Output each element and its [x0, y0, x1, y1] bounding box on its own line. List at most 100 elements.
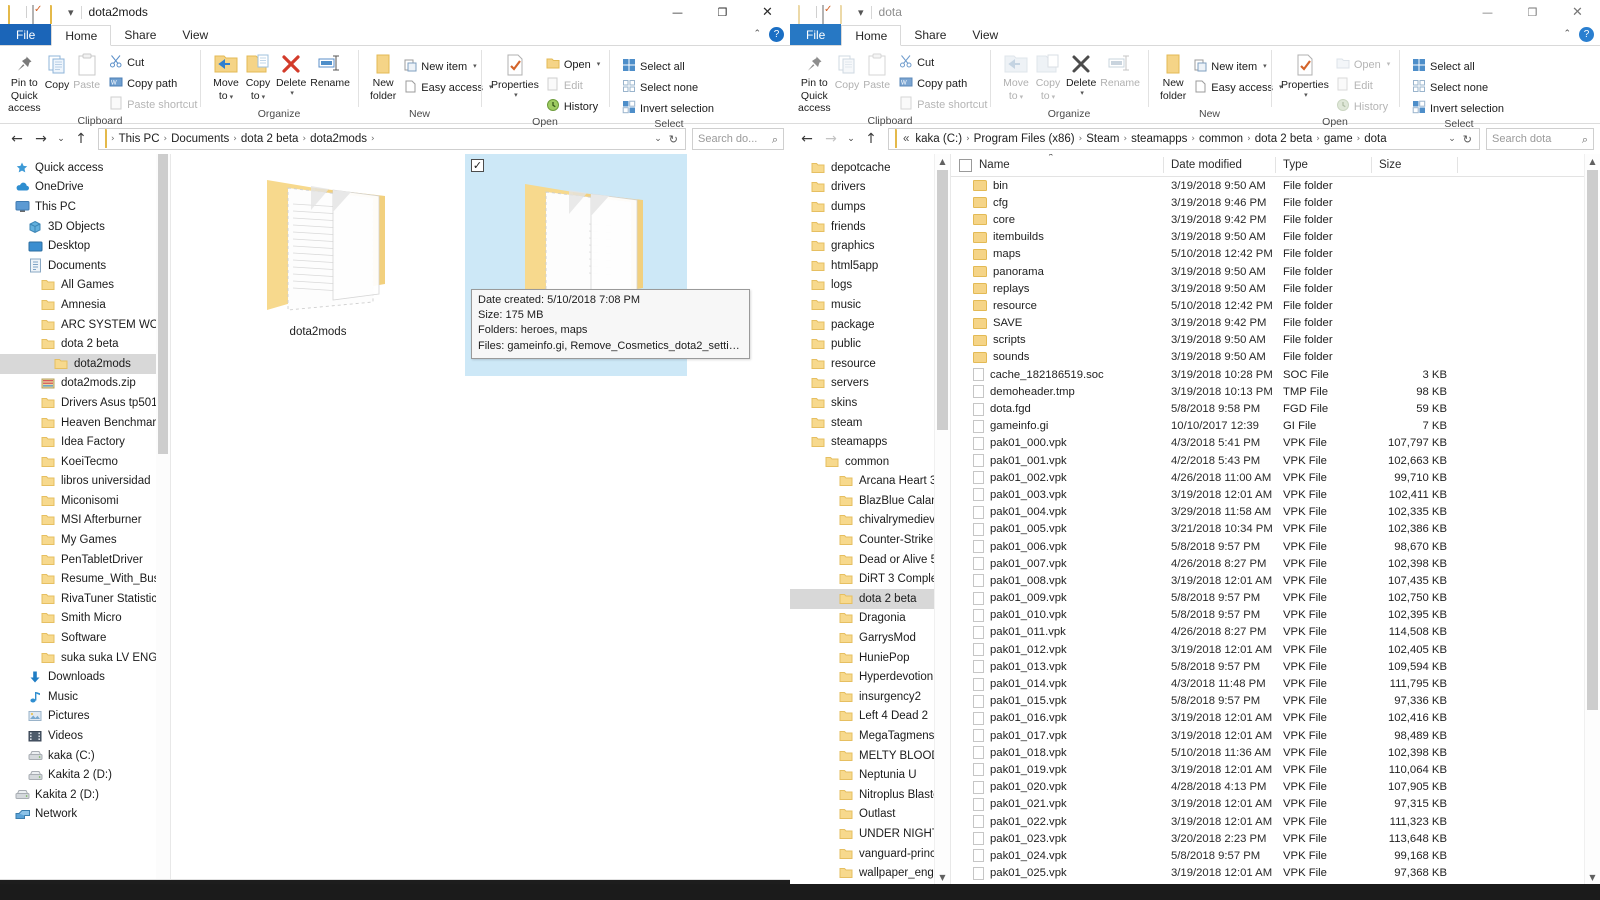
refresh-icon[interactable]: ↻ — [669, 134, 678, 145]
tree-item-resource[interactable]: resource — [790, 354, 950, 374]
paste-shortcut-button[interactable]: Paste shortcut — [896, 95, 990, 114]
copy-button[interactable]: Copy — [833, 51, 862, 92]
edit-button[interactable]: Edit — [543, 76, 603, 95]
tree-item-steamapps[interactable]: steamapps — [790, 432, 950, 452]
table-row[interactable]: pak01_005.vpk 3/21/2018 10:34 PM VPK File 1… — [951, 521, 1600, 538]
tree-item-under-night-in[interactable]: UNDER NIGHT IN- — [790, 824, 950, 844]
tree-item-kakita-2-d[interactable]: Kakita 2 (D:) — [0, 785, 170, 805]
invert-selection-button[interactable]: Invert selection — [619, 99, 717, 118]
table-row[interactable]: pak01_023.vpk 3/20/2018 2:23 PM VPK File 11… — [951, 830, 1600, 847]
properties-button[interactable]: Properties ▾ — [489, 51, 541, 99]
maximize-button[interactable]: ❐ — [700, 0, 745, 24]
up-button[interactable]: ↑ — [70, 128, 92, 150]
column-header-size[interactable]: Size — [1371, 154, 1457, 176]
tree-item-steam[interactable]: steam — [790, 413, 950, 433]
table-row[interactable]: pak01_008.vpk 3/19/2018 12:01 AM VPK File 1… — [951, 572, 1600, 589]
table-row[interactable]: pak01_011.vpk 4/26/2018 8:27 PM VPK File 11… — [951, 624, 1600, 641]
new-folder-button[interactable]: New folder — [1158, 51, 1188, 102]
tab-view[interactable]: View — [169, 24, 221, 45]
table-row[interactable]: bin 3/19/2018 9:50 AM File folder — [951, 177, 1600, 194]
table-row[interactable]: maps 5/10/2018 12:42 PM File folder — [951, 246, 1600, 263]
select-all-button[interactable]: Select all — [619, 57, 717, 76]
table-row[interactable]: pak01_024.vpk 5/8/2018 9:57 PM VPK File 99,… — [951, 847, 1600, 864]
tree-item-vanguard-princess[interactable]: vanguard-princess — [790, 844, 950, 864]
tree-item-graphics[interactable]: graphics — [790, 236, 950, 256]
quick-access-toolbar[interactable]: ▾ — [798, 4, 864, 24]
nav-scrollbar[interactable] — [156, 154, 170, 880]
tree-item-downloads[interactable]: Downloads — [0, 667, 170, 687]
tree-item-logs[interactable]: logs — [790, 276, 950, 296]
breadcrumb-item[interactable]: dota — [1361, 133, 1389, 145]
tab-home[interactable]: Home — [51, 25, 112, 46]
forward-button[interactable]: → — [820, 128, 842, 150]
tree-item-outlast[interactable]: Outlast — [790, 805, 950, 825]
table-row[interactable]: pak01_015.vpk 5/8/2018 9:57 PM VPK File 97,… — [951, 693, 1600, 710]
explorer-window-dota2mods[interactable]: ▾ dota2mods — ❐ ✕ File Home Share View ⌃… — [0, 0, 790, 880]
chevron-down-icon[interactable]: ▾ — [1080, 89, 1084, 97]
table-row[interactable]: scripts 3/19/2018 9:50 AM File folder — [951, 332, 1600, 349]
help-icon[interactable]: ? — [1579, 27, 1594, 42]
tree-item-friends[interactable]: friends — [790, 217, 950, 237]
table-row[interactable]: pak01_009.vpk 5/8/2018 9:57 PM VPK File 102… — [951, 590, 1600, 607]
tree-item-software[interactable]: Software — [0, 628, 170, 648]
tree-item-documents[interactable]: Documents — [0, 256, 170, 276]
list-scrollbar[interactable]: ▲ ▼ — [1584, 154, 1600, 885]
file-rows[interactable]: bin 3/19/2018 9:50 AM File folder cfg 3/19/2… — [951, 177, 1600, 885]
column-header-type[interactable]: Type — [1275, 154, 1371, 176]
breadcrumb[interactable]: « kaka (C:) › Program Files (x86) › Stea… — [888, 128, 1480, 150]
title-bar[interactable]: ▾ dota — ❐ ✕ — [790, 0, 1600, 24]
tree-item-package[interactable]: package — [790, 315, 950, 335]
table-row[interactable]: pak01_016.vpk 3/19/2018 12:01 AM VPK File 1… — [951, 710, 1600, 727]
new-folder-button[interactable]: New folder — [368, 51, 398, 102]
copy-to-button[interactable]: Copy to ▾ — [242, 51, 274, 102]
recent-locations-button[interactable]: ⌄ — [54, 128, 68, 150]
scroll-up-arrow[interactable]: ▲ — [935, 154, 950, 169]
tree-item-koeitecmo[interactable]: KoeiTecmo — [0, 452, 170, 472]
table-row[interactable]: dota.fgd 5/8/2018 9:58 PM FGD File 59 KB — [951, 400, 1600, 417]
tree-item-dragonia[interactable]: Dragonia — [790, 609, 950, 629]
tree-item-nitroplus-blasterz[interactable]: Nitroplus Blasterz — [790, 785, 950, 805]
new-folder-icon[interactable] — [50, 4, 63, 24]
table-row[interactable]: pak01_006.vpk 5/8/2018 9:57 PM VPK File 98,… — [951, 538, 1600, 555]
collapse-ribbon-icon[interactable]: ⌃ — [753, 30, 761, 39]
table-row[interactable]: cache_182186519.soc 3/19/2018 10:28 PM SOC… — [951, 366, 1600, 383]
paste-button[interactable]: Paste — [861, 51, 892, 92]
breadcrumb-item[interactable]: common — [1196, 133, 1246, 145]
back-button[interactable]: ← — [6, 128, 28, 150]
navigation-pane[interactable]: ▲ ▼ depotcache drivers dumps friends graphic… — [790, 154, 951, 885]
help-icon[interactable]: ? — [769, 27, 784, 42]
tree-item-amnesia[interactable]: Amnesia — [0, 295, 170, 315]
breadcrumb-dropdown-icon[interactable]: ⌄ — [1448, 134, 1456, 144]
tree-item-dota-2-beta[interactable]: dota 2 beta — [0, 334, 170, 354]
tree-item-common[interactable]: common — [790, 452, 950, 472]
tree-item-left-4-dead-2[interactable]: Left 4 Dead 2 — [790, 707, 950, 727]
tree-item-music[interactable]: music — [790, 295, 950, 315]
move-to-button[interactable]: Move to ▾ — [1000, 51, 1032, 102]
forward-button[interactable]: → — [30, 128, 52, 150]
select-all-checkbox[interactable] — [959, 158, 972, 172]
tree-item-heaven-benchmark-4-0[interactable]: Heaven Benchmark 4.0 — [0, 413, 170, 433]
table-row[interactable]: pak01_020.vpk 4/28/2018 4:13 PM VPK File 10… — [951, 779, 1600, 796]
properties-icon[interactable] — [822, 4, 835, 24]
pin-to-quick-access-button[interactable]: Pin to Quick access — [796, 51, 833, 115]
back-button[interactable]: ← — [796, 128, 818, 150]
column-header-name[interactable]: Name ⌃ — [951, 154, 1163, 176]
tree-item-all-games[interactable]: All Games — [0, 276, 170, 296]
title-bar[interactable]: ▾ dota2mods — ❐ ✕ — [0, 0, 790, 24]
table-row[interactable]: pak01_010.vpk 5/8/2018 9:57 PM VPK File 102… — [951, 607, 1600, 624]
tree-item-arc-system-works[interactable]: ARC SYSTEM WORKS — [0, 315, 170, 335]
table-row[interactable]: pak01_022.vpk 3/19/2018 12:01 AM VPK File 1… — [951, 813, 1600, 830]
file-list-icons[interactable]: dota2mods ✓ Date created: 5/10/2018 7:08… — [171, 154, 790, 880]
table-row[interactable]: resource 5/10/2018 12:42 PM File folder — [951, 297, 1600, 314]
table-row[interactable]: pak01_017.vpk 3/19/2018 12:01 AM VPK File 9… — [951, 727, 1600, 744]
delete-button[interactable]: Delete ▾ — [1064, 51, 1098, 97]
breadcrumb-item[interactable]: Documents — [168, 133, 232, 145]
table-row[interactable]: pak01_004.vpk 3/29/2018 11:58 AM VPK File 1… — [951, 504, 1600, 521]
table-row[interactable]: itembuilds 3/19/2018 9:50 AM File folder — [951, 229, 1600, 246]
table-row[interactable]: core 3/19/2018 9:42 PM File folder — [951, 211, 1600, 228]
table-row[interactable]: pak01_013.vpk 5/8/2018 9:57 PM VPK File 109… — [951, 658, 1600, 675]
quick-access-toolbar[interactable]: ▾ — [8, 4, 74, 24]
column-headers[interactable]: Name ⌃ Date modified Type Size — [951, 154, 1600, 177]
tree-item-megatagmension[interactable]: MegaTagmension — [790, 726, 950, 746]
history-button[interactable]: History — [1333, 97, 1393, 116]
